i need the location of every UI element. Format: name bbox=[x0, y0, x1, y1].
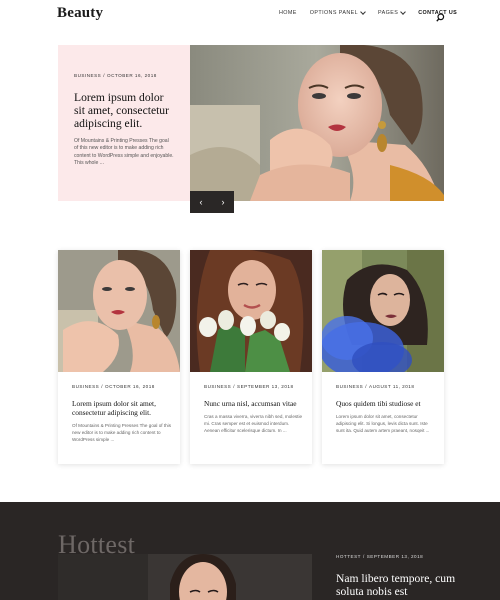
post-card-title[interactable]: Nunc urna nisl, accumsan vitae bbox=[204, 399, 304, 408]
post-card: BUSINESS / OCTOBER 16, 2018 Lorem ipsum do… bbox=[58, 250, 180, 464]
search-button[interactable] bbox=[436, 9, 445, 22]
post-card-category[interactable]: BUSINESS bbox=[204, 384, 231, 389]
hottest-title[interactable]: Nam libero tempore, cum soluta nobis est bbox=[336, 572, 456, 598]
post-card: BUSINESS / SEPTEMBER 13, 2018 Nunc urna ni… bbox=[190, 250, 312, 464]
post-card-body: BUSINESS / SEPTEMBER 13, 2018 Nunc urna ni… bbox=[204, 384, 304, 434]
chevron-down-icon bbox=[400, 9, 407, 15]
hero-category[interactable]: BUSINESS bbox=[74, 73, 101, 78]
post-card-meta: BUSINESS / SEPTEMBER 13, 2018 bbox=[204, 384, 304, 389]
hero-date: OCTOBER 16, 2018 bbox=[107, 73, 157, 78]
hottest-section: Hottest HOTTEST / SEPTEMBER 13, 2018 Nam l… bbox=[0, 502, 500, 600]
post-card-body: BUSINESS / OCTOBER 16, 2018 Lorem ipsum do… bbox=[72, 384, 172, 443]
chevron-left-icon: ‹ bbox=[199, 197, 203, 207]
nav-label: HOME bbox=[279, 10, 297, 16]
nav-label: PAGES bbox=[378, 10, 399, 16]
hottest-date: SEPTEMBER 13, 2018 bbox=[366, 554, 424, 559]
hero-slider-controls: ‹ › bbox=[190, 191, 234, 213]
post-card-image[interactable] bbox=[190, 250, 312, 372]
post-card-category[interactable]: BUSINESS bbox=[336, 384, 363, 389]
slider-prev-button[interactable]: ‹ bbox=[190, 191, 212, 213]
hero-meta: BUSINESS / OCTOBER 16, 2018 bbox=[74, 73, 174, 78]
post-card-category[interactable]: BUSINESS bbox=[72, 384, 99, 389]
meta-separator: / bbox=[101, 384, 104, 389]
hero-text-panel: BUSINESS / OCTOBER 16, 2018 Lorem ipsum do… bbox=[58, 45, 190, 201]
chevron-down-icon bbox=[360, 9, 366, 15]
post-card-date: SEPTEMBER 13, 2018 bbox=[237, 384, 294, 389]
hottest-meta: HOTTEST / SEPTEMBER 13, 2018 bbox=[336, 554, 423, 559]
nav-item-pages[interactable]: PAGES bbox=[378, 9, 407, 16]
post-card-excerpt: Lorem ipsum dolor sit amet, consectetur … bbox=[336, 414, 430, 433]
post-card-date: OCTOBER 16, 2018 bbox=[105, 384, 155, 389]
post-card-image[interactable] bbox=[322, 250, 444, 372]
nav-label: OPTIONS PANEL bbox=[309, 10, 359, 16]
slider-next-button[interactable]: › bbox=[212, 191, 234, 213]
post-card-excerpt: Of Mountains & Printing Presses The goal… bbox=[72, 423, 171, 442]
post-card-meta: BUSINESS / AUGUST 11, 2018 bbox=[336, 384, 436, 389]
hottest-category[interactable]: HOTTEST bbox=[336, 554, 361, 559]
meta-separator: / bbox=[103, 73, 106, 78]
hero-title[interactable]: Lorem ipsum dolor sit amet, consectetur … bbox=[74, 91, 174, 130]
nav-item-home[interactable]: HOME bbox=[279, 10, 297, 16]
post-card: BUSINESS / AUGUST 11, 2018 Quos quidem tib… bbox=[322, 250, 444, 464]
post-card-title[interactable]: Lorem ipsum dolor sit amet, consectetur … bbox=[72, 399, 172, 417]
post-card-meta: BUSINESS / OCTOBER 16, 2018 bbox=[72, 384, 172, 389]
nav-item-options-panel[interactable]: OPTIONS PANEL bbox=[309, 9, 366, 16]
post-card-excerpt: Cras a massa viverra, viverra nibh sed, … bbox=[204, 414, 303, 433]
main-nav: HOME OPTIONS PANEL PAGES CONTACT US bbox=[279, 9, 457, 16]
meta-separator: / bbox=[365, 384, 368, 389]
post-card-body: BUSINESS / AUGUST 11, 2018 Quos quidem tib… bbox=[336, 384, 436, 434]
hero-excerpt: Of Mountains & Printing Presses The goal… bbox=[74, 138, 174, 167]
meta-separator: / bbox=[233, 384, 236, 389]
meta-separator: / bbox=[362, 554, 365, 559]
hero-image[interactable] bbox=[190, 45, 444, 201]
hottest-image[interactable] bbox=[58, 554, 312, 600]
post-card-date: AUGUST 11, 2018 bbox=[369, 384, 415, 389]
post-card-title[interactable]: Quos quidem tibi studiose et bbox=[336, 399, 436, 408]
search-icon bbox=[436, 13, 445, 22]
chevron-right-icon: › bbox=[221, 197, 225, 207]
site-logo[interactable]: Beauty bbox=[57, 5, 103, 22]
post-card-image[interactable] bbox=[58, 250, 180, 372]
site-header: Beauty HOME OPTIONS PANEL PAGES CONTACT … bbox=[0, 0, 500, 30]
